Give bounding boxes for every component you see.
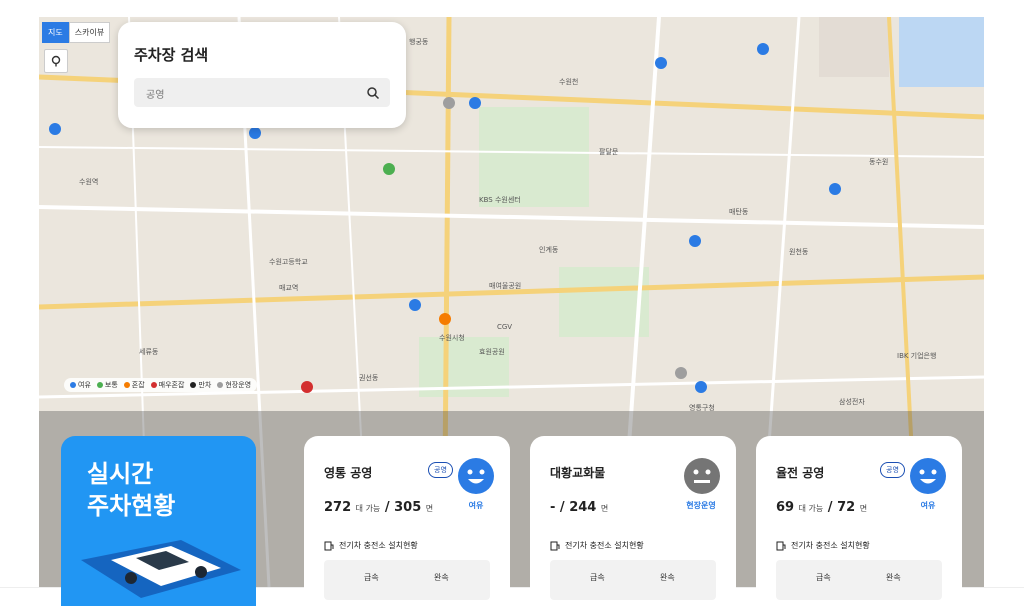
- ev-charger-icon: [776, 541, 786, 550]
- slow-charger-header: 완속: [660, 573, 675, 582]
- map-label: 권선동: [359, 374, 379, 382]
- legend-dot-icon: [123, 382, 130, 388]
- map-label: 인계동: [539, 246, 559, 254]
- status-label: 여유: [468, 501, 484, 510]
- ev-charger-label: 전기차 충전소 설치현황: [776, 540, 870, 551]
- parking-card[interactable]: 영통 공영 공영 여유 272 대 가능 / 305 면 전기차 충전소 설치현…: [304, 436, 510, 606]
- ev-charger-label: 전기차 충전소 설치현황: [550, 540, 644, 551]
- search-panel: 주차장 검색 공영: [118, 22, 406, 128]
- skyview-button[interactable]: 스카이뷰: [68, 22, 111, 43]
- smile-face-icon: [458, 458, 494, 494]
- legend-dot-icon: [217, 382, 224, 388]
- map-view-button[interactable]: 지도: [42, 22, 69, 43]
- available-count: 272 대 가능 / 305 면: [324, 500, 434, 515]
- available-count: - / 244 면: [550, 500, 609, 515]
- ev-charger-label: 전기차 충전소 설치현황: [324, 540, 418, 551]
- ev-charger-table: 급속 완속: [324, 560, 490, 600]
- status-label: 여유: [920, 501, 936, 510]
- legend-dot-icon: [96, 382, 103, 388]
- search-input-value: 공영: [146, 90, 165, 101]
- car-illustration-icon: [81, 540, 241, 598]
- legend-dot-icon: [150, 382, 157, 388]
- public-badge: 공영: [880, 462, 905, 478]
- parking-card[interactable]: 율전 공영 공영 여유 69 대 가능 / 72 면 전기차 충전소 설치현황 …: [756, 436, 962, 606]
- map-label: 매여울공원: [489, 282, 522, 290]
- parking-card[interactable]: 대황교화물 현장운영 - / 244 면 전기차 충전소 설치현황 급속 완속: [530, 436, 736, 606]
- map-label: 수원고등학교: [269, 258, 308, 266]
- ev-charger-table: 급속 완속: [550, 560, 716, 600]
- location-pin-icon: [51, 55, 61, 67]
- parking-name: 율전 공영: [776, 466, 825, 480]
- ev-charger-icon: [324, 541, 334, 550]
- legend-item: 만차: [190, 380, 211, 390]
- legend-item: 매우혼잡: [150, 380, 184, 390]
- parking-name: 영통 공영: [324, 466, 373, 480]
- map-label: 수원역: [79, 178, 99, 186]
- map-label: CGV: [497, 323, 513, 331]
- search-title: 주차장 검색: [134, 46, 209, 64]
- map-label: 동수원: [869, 158, 889, 166]
- map-label: 효원공원: [479, 348, 505, 356]
- map-label: 원천동: [789, 248, 809, 256]
- public-badge: 공영: [428, 462, 453, 478]
- map-label: 팔달문: [599, 148, 619, 156]
- legend-item: 여유: [70, 380, 91, 390]
- map-label: 매교역: [279, 284, 299, 292]
- status-label: 현장운영: [686, 501, 716, 510]
- parking-name: 대황교화물: [550, 466, 606, 480]
- legend-item: 혼잡: [123, 380, 145, 390]
- available-count: 69 대 가능 / 72 면: [776, 500, 868, 515]
- legend-item: 현장운영: [217, 380, 251, 390]
- neutral-face-icon: [684, 458, 720, 494]
- map-type-switch: 지도 스카이뷰: [42, 22, 111, 43]
- map-label: 수원천: [559, 78, 579, 86]
- map-label: 세류동: [139, 348, 159, 356]
- map-label: 매탄동: [729, 208, 749, 216]
- fast-charger-header: 급속: [816, 573, 831, 582]
- map-label: KBS 수원센터: [479, 196, 521, 204]
- map-label: 행궁동: [409, 38, 429, 46]
- ev-charger-icon: [550, 541, 560, 550]
- map-label: 삼성전자: [839, 398, 865, 406]
- legend-item: 보통: [96, 380, 118, 390]
- realtime-parking-banner[interactable]: 실시간 주차현황: [61, 436, 256, 606]
- map-label: IBK 기업은행: [897, 352, 937, 360]
- search-input[interactable]: 공영: [134, 78, 390, 107]
- map-label: 수원시청: [439, 334, 465, 342]
- banner-title: 실시간 주차현황: [87, 460, 176, 520]
- slow-charger-header: 완속: [886, 573, 901, 582]
- location-button[interactable]: [44, 49, 68, 73]
- legend-dot-icon: [190, 382, 197, 388]
- congestion-legend: 여유 보통 혼잡 매우혼잡 만차 현장운영: [64, 378, 258, 392]
- legend-dot-icon: [70, 382, 76, 388]
- fast-charger-header: 급속: [364, 573, 379, 582]
- ev-charger-table: 급속 완속: [776, 560, 942, 600]
- fast-charger-header: 급속: [590, 573, 605, 582]
- smile-face-icon: [910, 458, 946, 494]
- search-icon[interactable]: [366, 86, 380, 100]
- slow-charger-header: 완속: [434, 573, 449, 582]
